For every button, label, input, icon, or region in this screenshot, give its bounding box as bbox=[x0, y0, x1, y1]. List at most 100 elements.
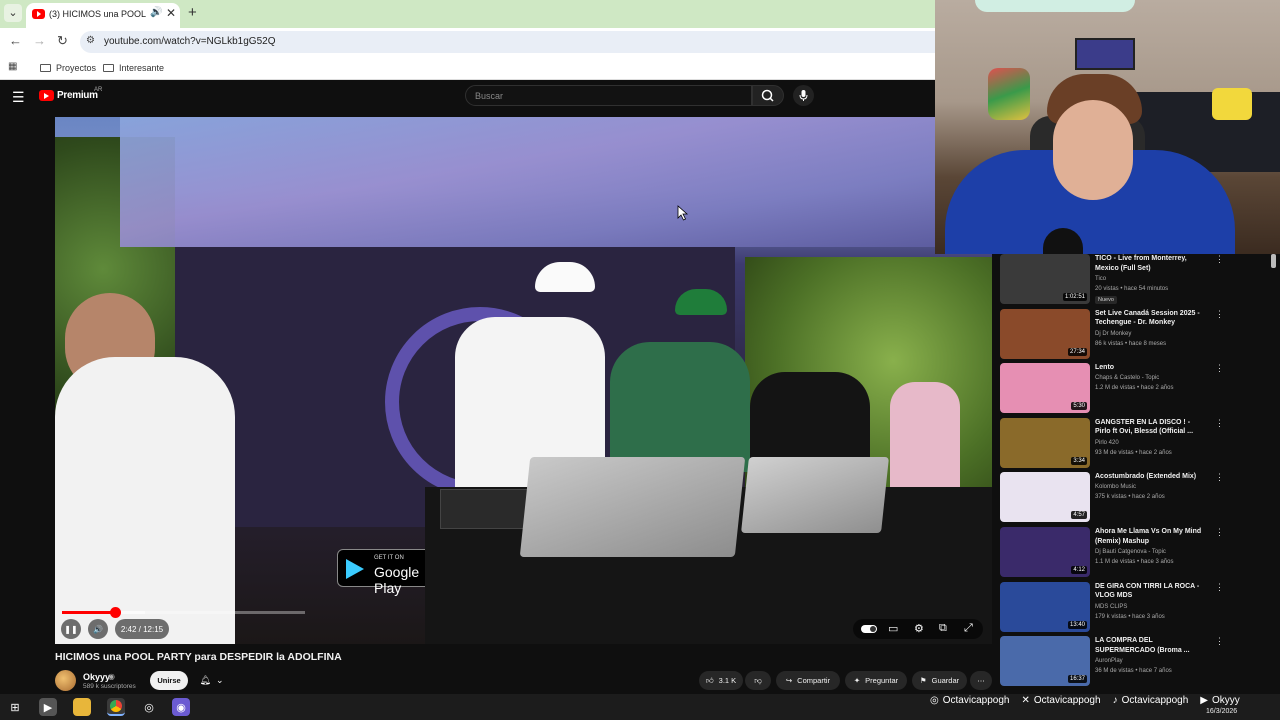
video-duration: 27:34 bbox=[1067, 347, 1087, 356]
recommendation-channel[interactable]: Dj Bauti Catgenova - Topic bbox=[1095, 549, 1166, 555]
media-player-icon[interactable]: ▶ bbox=[39, 698, 57, 716]
youtube-logo-icon[interactable] bbox=[39, 90, 54, 101]
site-info-icon[interactable]: ⚙ bbox=[86, 35, 95, 46]
more-options-icon[interactable]: ⋮ bbox=[1215, 309, 1224, 320]
youtube-premium-logo[interactable]: Premium bbox=[57, 90, 98, 101]
subtitles-icon[interactable]: ▭ bbox=[888, 622, 898, 635]
bookmark-folder-proyectos[interactable]: Proyectos bbox=[40, 63, 96, 73]
mute-button[interactable]: 🔊 bbox=[88, 619, 108, 639]
share-button[interactable]: ↪ Compartir bbox=[776, 671, 840, 690]
recommendation-title[interactable]: GANGSTER EN LA DISCO ! - Pirlo ft Ovi, B… bbox=[1095, 418, 1205, 437]
more-options-icon[interactable]: ⋮ bbox=[1215, 582, 1224, 593]
search-button[interactable] bbox=[752, 85, 784, 106]
more-options-icon[interactable]: ⋮ bbox=[1215, 254, 1224, 265]
obs-icon[interactable]: ◎ bbox=[140, 698, 158, 716]
recommendation-title[interactable]: LA COMPRA DEL SUPERMERCADO (Broma ... bbox=[1095, 636, 1205, 655]
more-options-icon[interactable]: ⋮ bbox=[1215, 418, 1224, 429]
new-tab-button[interactable]: + bbox=[188, 4, 197, 21]
windows-start-icon[interactable]: ⊞ bbox=[6, 698, 24, 716]
recommendation-title[interactable]: Lento bbox=[1095, 363, 1205, 373]
youtube-icon: ▶ bbox=[1200, 694, 1208, 706]
more-options-icon[interactable]: ⋮ bbox=[1215, 472, 1224, 483]
recommendation-thumbnail[interactable]: 4:12 bbox=[1000, 527, 1090, 577]
recommendation-title[interactable]: Acostumbrado (Extended Mix) bbox=[1095, 472, 1205, 482]
recommendation-meta: 1.2 M de vistas • hace 2 años bbox=[1095, 385, 1174, 392]
reload-icon[interactable]: ↻ bbox=[57, 33, 68, 49]
recommendation-item[interactable]: 5:30 Lento Chaps & Castelo - Topic 1.2 M de… bbox=[1000, 363, 1275, 415]
recommendation-thumbnail[interactable]: 4:57 bbox=[1000, 472, 1090, 523]
recommendation-item[interactable]: 4:57 Acostumbrado (Extended Mix) Kolombo M… bbox=[1000, 472, 1275, 524]
recommendation-thumbnail[interactable]: 5:30 bbox=[1000, 363, 1090, 414]
recommendation-channel[interactable]: Chaps & Castelo - Topic bbox=[1095, 375, 1159, 381]
recommendation-channel[interactable]: Pirlo 420 bbox=[1095, 440, 1119, 446]
more-options-icon[interactable]: ⋮ bbox=[1215, 363, 1224, 374]
recommendation-title[interactable]: DE GIRA CON TIRRI LA ROCA - VLOG MDS bbox=[1095, 582, 1205, 601]
video-player[interactable]: GET IT ON Google Play ❚❚ 🔊 2:42 / 12:15 … bbox=[55, 117, 992, 644]
back-arrow-icon[interactable]: ← bbox=[9, 33, 22, 48]
menu-icon[interactable]: ☰ bbox=[12, 89, 25, 106]
recommendation-title[interactable]: Set Live Canadá Session 2025 - Techengue… bbox=[1095, 309, 1205, 328]
notification-bell-button[interactable]: 🔔︎ ⌄ bbox=[193, 671, 230, 690]
active-tab[interactable]: (3) HICIMOS una POOL PAR 🔊 ✕ bbox=[26, 3, 180, 28]
recommendation-item[interactable]: 3:34 GANGSTER EN LA DISCO ! - Pirlo ft Ov… bbox=[1000, 417, 1275, 470]
bookmark-folder-interesante[interactable]: Interesante bbox=[103, 63, 164, 73]
settings-gear-icon[interactable]: ⚙ bbox=[914, 622, 924, 635]
recommendation-channel[interactable]: Tico bbox=[1095, 276, 1106, 282]
recommendation-thumbnail[interactable]: 3:34 bbox=[1000, 417, 1090, 468]
microphone-icon bbox=[799, 90, 808, 101]
forward-arrow-icon[interactable]: → bbox=[33, 33, 46, 48]
tab-close-icon[interactable]: ✕ bbox=[166, 6, 176, 20]
video-title: HICIMOS una POOL PARTY para DESPEDIR la … bbox=[55, 651, 342, 663]
autoplay-toggle[interactable] bbox=[861, 625, 877, 633]
recommendation-item[interactable]: 27:34 Set Live Canadá Session 2025 - Tech… bbox=[1000, 308, 1275, 361]
voice-search-button[interactable] bbox=[793, 85, 814, 106]
recommendation-thumbnail[interactable]: 13:40 bbox=[1000, 581, 1090, 632]
recommendation-title[interactable]: Ahora Me Llama Vs On My Mind (Remix) Mas… bbox=[1095, 527, 1205, 546]
tab-search-button[interactable]: ⌄ bbox=[4, 4, 22, 22]
recommendation-thumbnail[interactable]: 16:37 bbox=[1000, 636, 1090, 687]
browser-toolbar: ← → ↻ ⚙ youtube.com/watch?v=NGLkb1gG52Q bbox=[0, 28, 935, 56]
join-button[interactable]: Unirse bbox=[150, 671, 188, 690]
more-options-icon[interactable]: ⋮ bbox=[1215, 527, 1224, 538]
recommendation-channel[interactable]: Dj Dr Monkey bbox=[1095, 331, 1131, 337]
more-options-icon[interactable]: ⋮ bbox=[1215, 636, 1224, 647]
miniplayer-icon[interactable]: ⧉ bbox=[939, 622, 947, 635]
progress-bar[interactable] bbox=[62, 607, 305, 618]
dislike-button[interactable]: 👎︎ bbox=[745, 671, 771, 690]
recommendation-item[interactable]: 13:40 DE GIRA CON TIRRI LA ROCA - VLOG MD… bbox=[1000, 581, 1275, 634]
file-explorer-icon[interactable] bbox=[73, 698, 91, 716]
social-handle: Okyyy bbox=[1211, 694, 1240, 706]
recommendation-meta: 1.1 M de vistas • hace 3 años bbox=[1095, 559, 1174, 565]
save-button[interactable]: ⚑ Guardar bbox=[912, 671, 967, 690]
recommendation-title[interactable]: TICO - Live from Monterrey, Mexico (Full… bbox=[1095, 254, 1205, 273]
webcam-plush-toy bbox=[988, 68, 1030, 120]
recommendation-thumbnail[interactable]: 27:34 bbox=[1000, 308, 1090, 359]
app-icon[interactable]: ◉ bbox=[172, 698, 190, 716]
search-input[interactable]: Buscar bbox=[465, 85, 752, 106]
ask-label: Preguntar bbox=[865, 676, 899, 685]
recommendation-channel[interactable]: AuronPlay bbox=[1095, 658, 1123, 664]
channel-name[interactable]: Okyyy bbox=[83, 672, 110, 682]
ask-button[interactable]: ✦ Preguntar bbox=[845, 671, 907, 690]
apps-grid-icon[interactable]: ▦ bbox=[8, 61, 17, 72]
address-bar[interactable]: ⚙ youtube.com/watch?v=NGLkb1gG52Q bbox=[80, 31, 935, 53]
fullscreen-icon[interactable]: ⤢ bbox=[964, 622, 973, 635]
chrome-icon[interactable] bbox=[107, 698, 125, 716]
recommendation-channel[interactable]: Kolombo Music bbox=[1095, 484, 1136, 490]
like-button[interactable]: 👍︎ 3.1 K bbox=[699, 671, 743, 690]
recommendation-item[interactable]: 4:12 Ahora Me Llama Vs On My Mind (Remix)… bbox=[1000, 527, 1275, 579]
recommendation-meta: 86 k vistas • hace 8 meses bbox=[1095, 340, 1167, 347]
time-text: 2:42 / 12:15 bbox=[120, 624, 164, 634]
sidebar-scrollbar[interactable] bbox=[1271, 254, 1276, 268]
tab-audio-icon[interactable]: 🔊 bbox=[150, 7, 162, 18]
recommendation-channel[interactable]: MDS CLIPS bbox=[1095, 604, 1127, 610]
recommendation-item[interactable]: 16:37 LA COMPRA DEL SUPERMERCADO (Broma .… bbox=[1000, 636, 1275, 688]
video-duration: 1:02:51 bbox=[1062, 293, 1087, 301]
like-count: 3.1 K bbox=[718, 676, 737, 685]
recommendation-meta: 375 k vistas • hace 2 años bbox=[1095, 494, 1165, 501]
pause-button[interactable]: ❚❚ bbox=[61, 619, 81, 639]
more-actions-button[interactable]: ⋯ bbox=[970, 671, 992, 690]
recommendation-thumbnail[interactable]: 1:02:51 bbox=[1000, 254, 1090, 304]
channel-avatar[interactable] bbox=[55, 670, 76, 691]
recommendation-item[interactable]: 1:02:51 TICO - Live from Monterrey, Mexic… bbox=[1000, 254, 1275, 306]
